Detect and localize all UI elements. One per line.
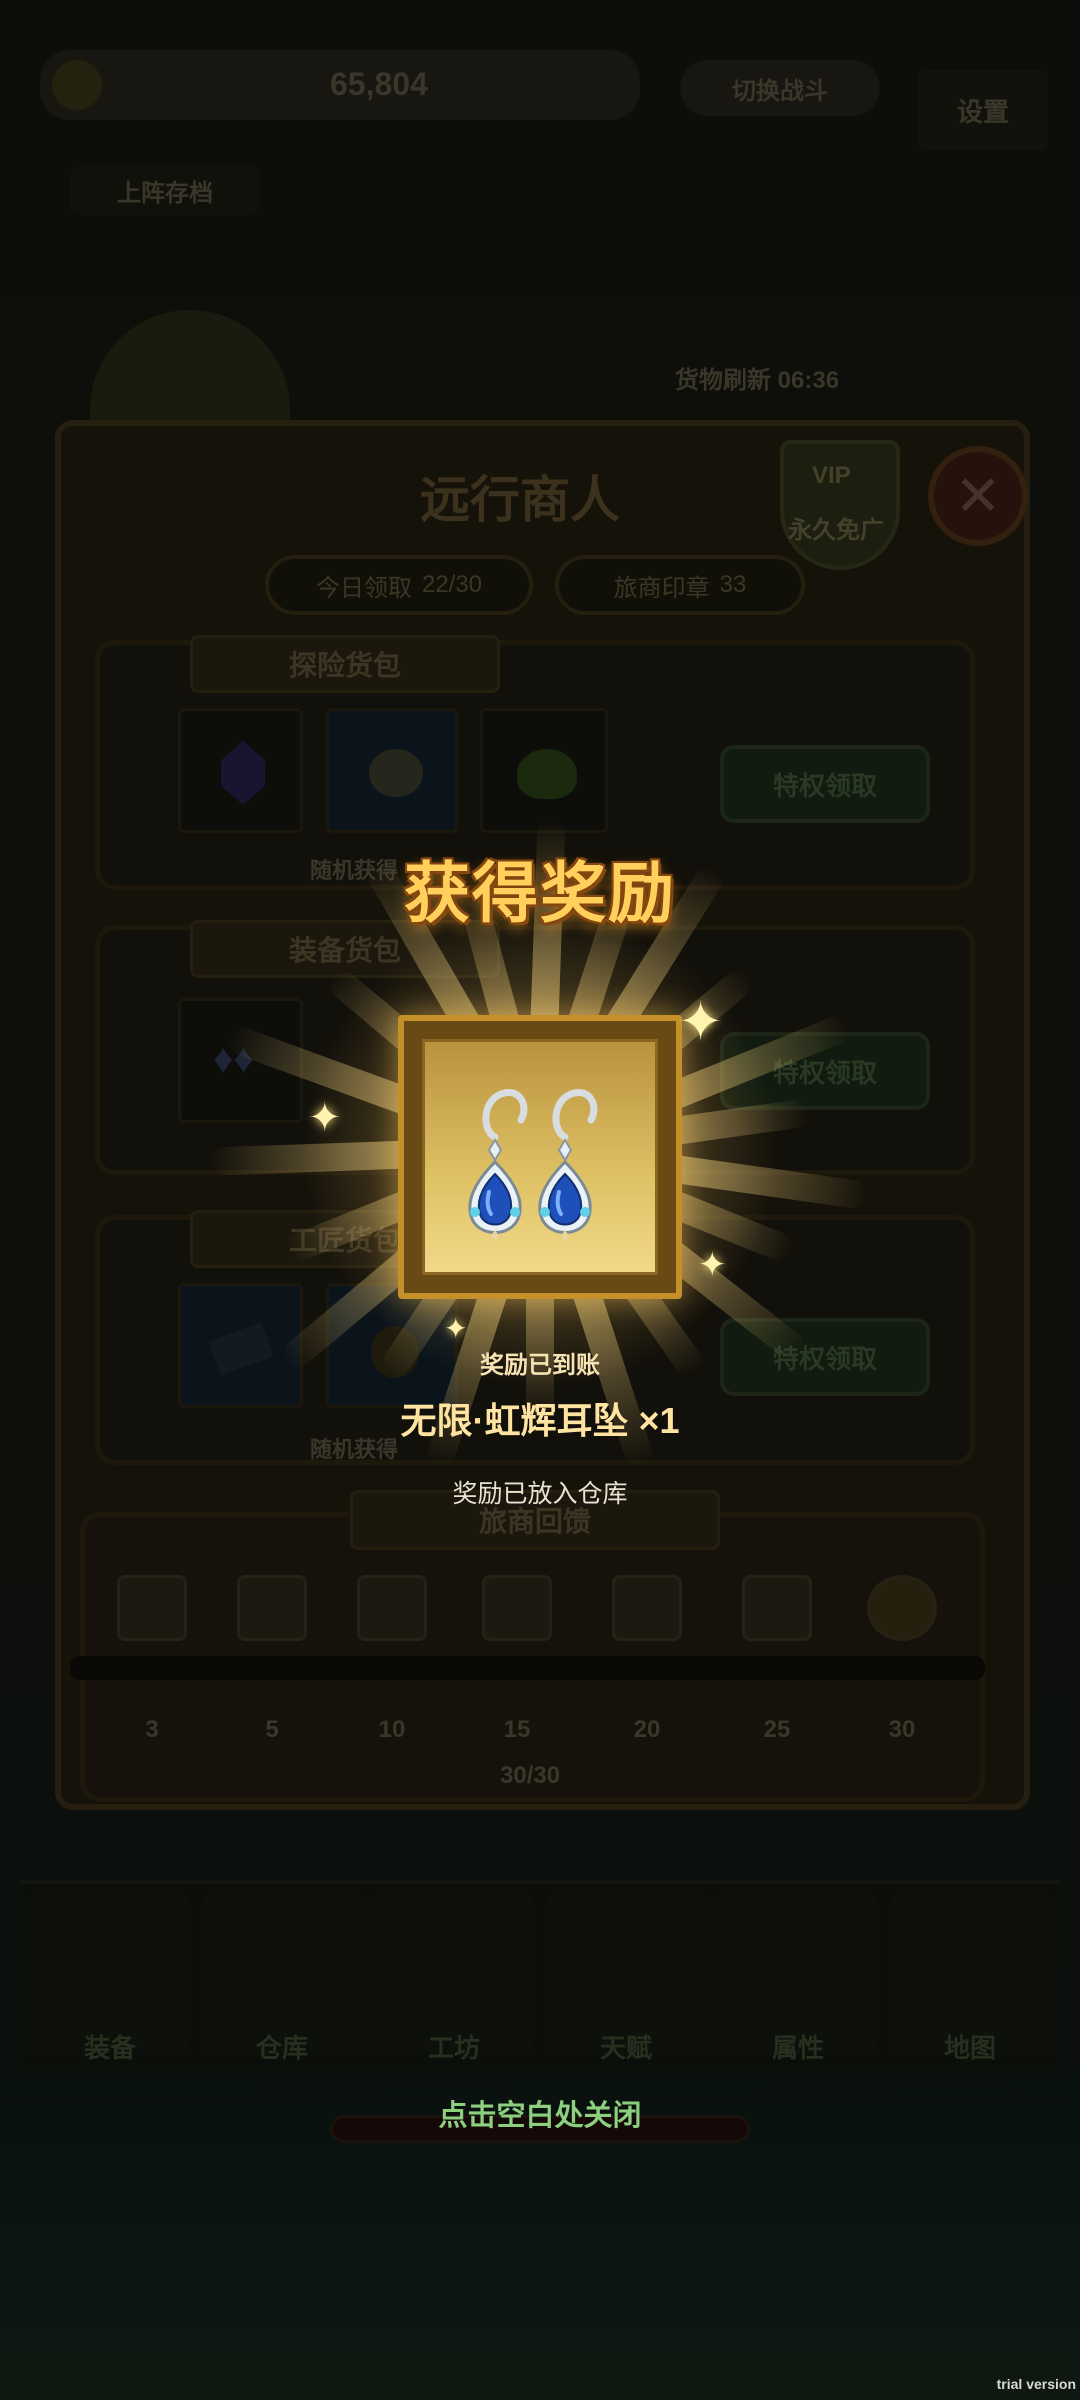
reward-item-card [398,1015,682,1299]
sparkle-icon: ✦ [308,1096,342,1140]
reward-stored-note: 奖励已放入仓库 [452,1480,628,1508]
sparkle-icon: ✦ [444,1313,468,1344]
reward-item-name-row: 无限·虹辉耳坠 ×1 [0,1392,1080,1444]
watermark: trial version [996,2376,1076,2392]
reward-item-frame [422,1039,658,1275]
reward-title: 获得奖励 [404,856,676,930]
reward-item-count: ×1 [638,1400,680,1441]
sparkle-icon: ✦ [678,992,724,1052]
sapphire-earrings-icon [468,1089,598,1242]
close-hint[interactable]: 点击空白处关闭 [0,2092,1080,2134]
reward-received-label: 奖励已到账 [480,1352,600,1379]
reward-item-name: 无限·虹辉耳坠 [400,1400,629,1441]
sparkle-icon: ✦ [698,1246,727,1284]
